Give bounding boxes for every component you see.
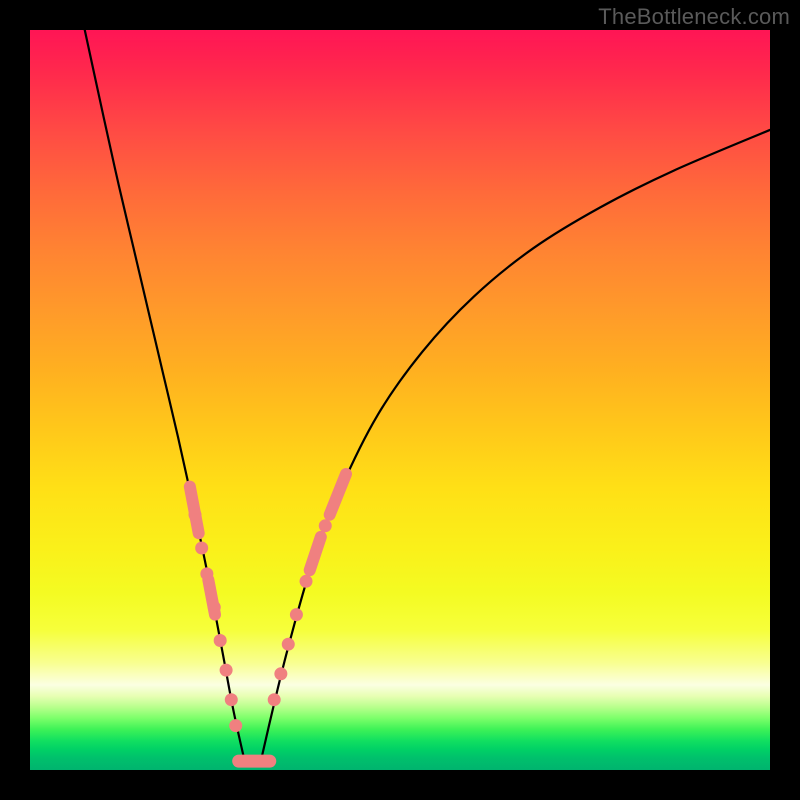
curve-left-branch (85, 30, 246, 764)
data-point-dot (208, 601, 221, 614)
data-point-dot (300, 575, 313, 588)
data-point-dot (195, 542, 208, 555)
curve-right-branch (260, 130, 770, 764)
data-point-dot (225, 693, 238, 706)
plot-area (30, 30, 770, 770)
data-point-dot (319, 519, 332, 532)
data-point-dot (220, 664, 233, 677)
data-point-dot (200, 567, 213, 580)
curve-overlay (30, 30, 770, 770)
data-point-dot (268, 693, 281, 706)
data-point-dot (274, 667, 287, 680)
data-point-dot (229, 719, 242, 732)
chart-frame: TheBottleneck.com (0, 0, 800, 800)
data-markers (189, 474, 346, 761)
data-point-dot (290, 608, 303, 621)
data-point-dot (189, 508, 202, 521)
data-point-segment (310, 537, 321, 570)
watermark-text: TheBottleneck.com (598, 4, 790, 30)
data-point-dot (282, 638, 295, 651)
data-point-dot (214, 634, 227, 647)
data-point-segment (330, 474, 346, 515)
